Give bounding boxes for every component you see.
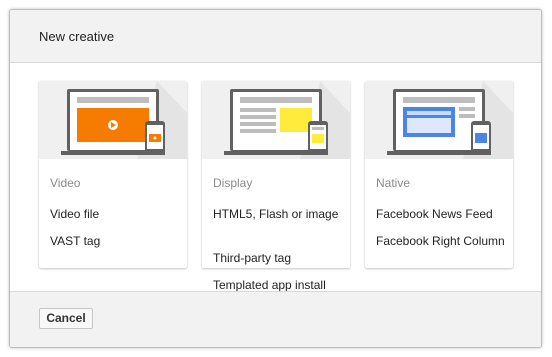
card-category-video: Video	[50, 176, 81, 190]
display-illustration-icon	[202, 81, 350, 159]
display-card[interactable]: Display HTML5, Flash or image Third-part…	[202, 81, 350, 292]
card-category-native: Native	[376, 176, 411, 190]
video-illustration-icon	[39, 81, 187, 159]
option-facebook-right-column[interactable]: Facebook Right Column	[376, 233, 506, 249]
option-third-party-tag[interactable]: Third-party tag	[213, 250, 291, 266]
option-video-file[interactable]: Video file	[50, 206, 99, 222]
native-illustration-icon	[365, 81, 513, 159]
dialog-header: New creative	[10, 10, 541, 63]
card-category-display: Display	[213, 176, 253, 190]
dialog-footer: Cancel	[10, 291, 541, 347]
dialog-body: Video Video file VAST tag Display HTML5,…	[10, 63, 541, 292]
option-facebook-news-feed[interactable]: Facebook News Feed	[376, 206, 493, 222]
new-creative-dialog: New creative Video Video file VAST tag D…	[9, 9, 542, 348]
cancel-button[interactable]: Cancel	[39, 308, 93, 329]
video-card[interactable]: Video Video file VAST tag	[39, 81, 187, 268]
native-card[interactable]: Native Facebook News Feed Facebook Right…	[365, 81, 513, 268]
option-html5-flash-image[interactable]: HTML5, Flash or image	[213, 206, 343, 222]
dialog-title: New creative	[39, 29, 115, 44]
option-vast-tag[interactable]: VAST tag	[50, 233, 100, 249]
